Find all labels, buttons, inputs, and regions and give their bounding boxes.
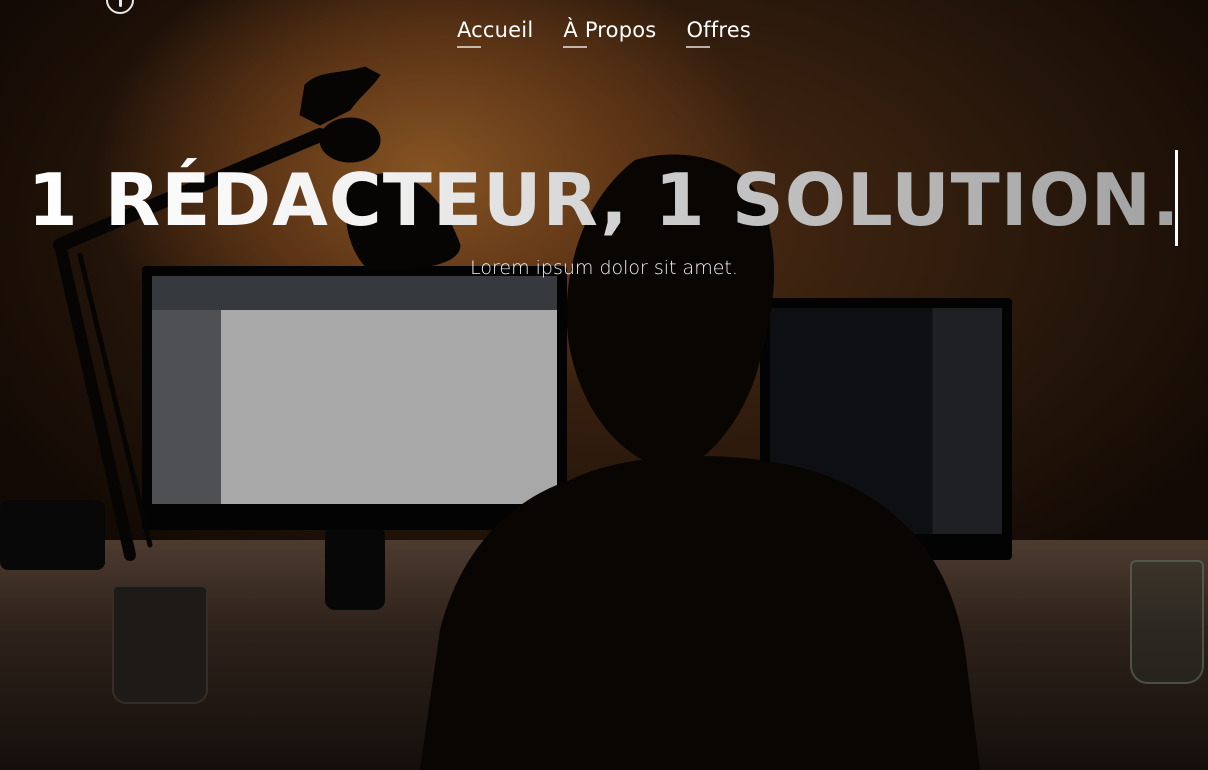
hero-headline: 1 RÉDACTEUR, 1 SOLUTION. xyxy=(28,150,1181,250)
hero-background-image xyxy=(0,0,1208,770)
text-cursor-icon xyxy=(1175,150,1178,246)
nav-link-offres[interactable]: Offres xyxy=(686,18,751,48)
main-navigation: Accueil À Propos Offres xyxy=(0,18,1208,48)
nav-link-accueil[interactable]: Accueil xyxy=(456,18,533,48)
nav-link-a-propos[interactable]: À Propos xyxy=(563,18,656,48)
dark-overlay xyxy=(0,0,1208,770)
hero-headline-container: 1 RÉDACTEUR, 1 SOLUTION. xyxy=(0,150,1208,250)
hero-subtitle: Lorem ipsum dolor sit amet. xyxy=(470,257,738,279)
